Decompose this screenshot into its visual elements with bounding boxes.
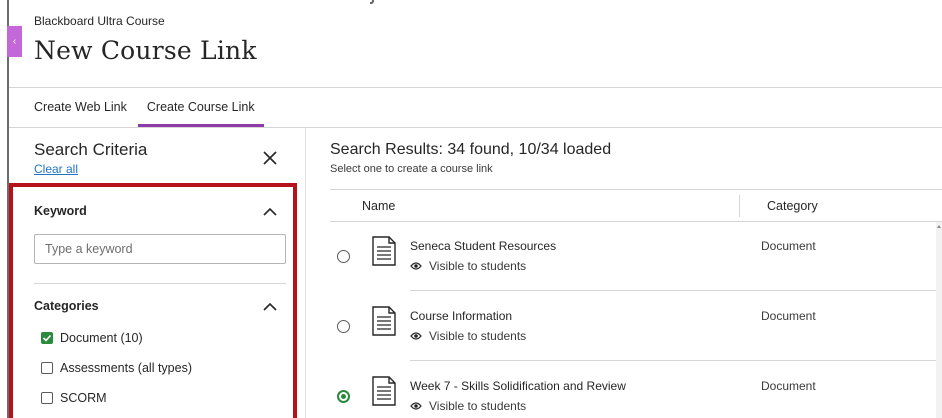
category-scorm[interactable]: SCORM — [41, 391, 107, 405]
eye-icon — [410, 261, 422, 271]
category-assessments[interactable]: Assessments (all types) — [41, 361, 192, 375]
eye-icon — [410, 331, 422, 341]
row-category: Document — [761, 379, 816, 393]
document-icon — [372, 236, 396, 266]
column-header-name[interactable]: Name — [362, 199, 395, 213]
keyword-input[interactable] — [34, 234, 286, 264]
column-separator — [739, 195, 740, 217]
row-visibility: Visible to students — [410, 259, 526, 273]
category-assessments-checkbox[interactable] — [41, 362, 53, 374]
row-select-radio[interactable] — [337, 250, 350, 263]
close-icon — [263, 151, 277, 165]
header-divider — [9, 87, 942, 88]
row-category: Document — [761, 239, 816, 253]
page-title: New Course Link — [34, 36, 257, 65]
table-row[interactable]: Seneca Student Resources Visible to stud… — [330, 222, 942, 292]
top-decoration — [370, 0, 374, 4]
row-select-radio[interactable] — [337, 320, 350, 333]
eye-icon — [410, 401, 422, 411]
search-results-title: Search Results: 34 found, 10/34 loaded — [330, 141, 612, 158]
side-expand-tab[interactable]: ‹ — [7, 26, 22, 57]
row-title[interactable]: Course Information — [410, 309, 512, 323]
checkmark-icon — [42, 334, 52, 342]
chevron-up-icon — [263, 302, 277, 311]
row-category: Document — [761, 309, 816, 323]
results-header-top-divider — [330, 189, 942, 190]
keyword-label: Keyword — [34, 204, 87, 218]
table-row[interactable]: Course Information Visible to students D… — [330, 292, 942, 362]
document-icon — [372, 376, 396, 406]
document-icon — [372, 306, 396, 336]
new-course-link-panel: ‹ Blackboard Ultra Course New Course Lin… — [0, 0, 942, 418]
side-tab-icon: ‹ — [12, 36, 17, 47]
row-visibility-label: Visible to students — [429, 329, 527, 343]
categories-label: Categories — [34, 299, 99, 313]
column-header-category[interactable]: Category — [767, 199, 818, 213]
category-assessments-label: Assessments (all types) — [60, 361, 192, 375]
row-title[interactable]: Seneca Student Resources — [410, 239, 556, 253]
row-visibility-label: Visible to students — [429, 259, 527, 273]
row-divider — [410, 290, 942, 291]
close-search-criteria-button[interactable] — [260, 148, 280, 168]
chevron-up-icon — [263, 207, 277, 216]
table-row[interactable]: Week 7 - Skills Solidification and Revie… — [330, 362, 942, 418]
row-visibility: Visible to students — [410, 329, 526, 343]
scroll-up-arrow-icon[interactable] — [937, 225, 941, 228]
left-window-edge — [0, 0, 9, 418]
row-divider — [410, 360, 942, 361]
search-criteria-title: Search Criteria — [34, 140, 148, 159]
category-document[interactable]: Document (10) — [41, 331, 143, 345]
tab-create-course-link[interactable]: Create Course Link — [137, 100, 264, 127]
row-visibility: Visible to students — [410, 399, 526, 413]
keyword-collapse-button[interactable] — [262, 204, 278, 220]
search-results-subtitle: Select one to create a course link — [330, 163, 493, 175]
page-header: Blackboard Ultra Course New Course Link — [34, 14, 257, 65]
row-select-radio[interactable] — [337, 390, 350, 403]
row-title[interactable]: Week 7 - Skills Solidification and Revie… — [410, 379, 626, 393]
results-scrollbar[interactable] — [936, 222, 942, 418]
link-type-tabs: Create Web Link Create Course Link — [34, 100, 275, 127]
panel-divider — [305, 128, 306, 418]
criteria-divider — [34, 283, 286, 284]
category-document-label: Document (10) — [60, 331, 143, 345]
course-name: Blackboard Ultra Course — [34, 14, 165, 28]
category-scorm-checkbox[interactable] — [41, 392, 53, 404]
tab-create-web-link[interactable]: Create Web Link — [34, 100, 127, 127]
category-document-checkbox[interactable] — [41, 332, 53, 344]
categories-collapse-button[interactable] — [262, 299, 278, 315]
row-visibility-label: Visible to students — [429, 399, 527, 413]
category-scorm-label: SCORM — [60, 391, 107, 405]
clear-all-link[interactable]: Clear all — [34, 162, 78, 176]
